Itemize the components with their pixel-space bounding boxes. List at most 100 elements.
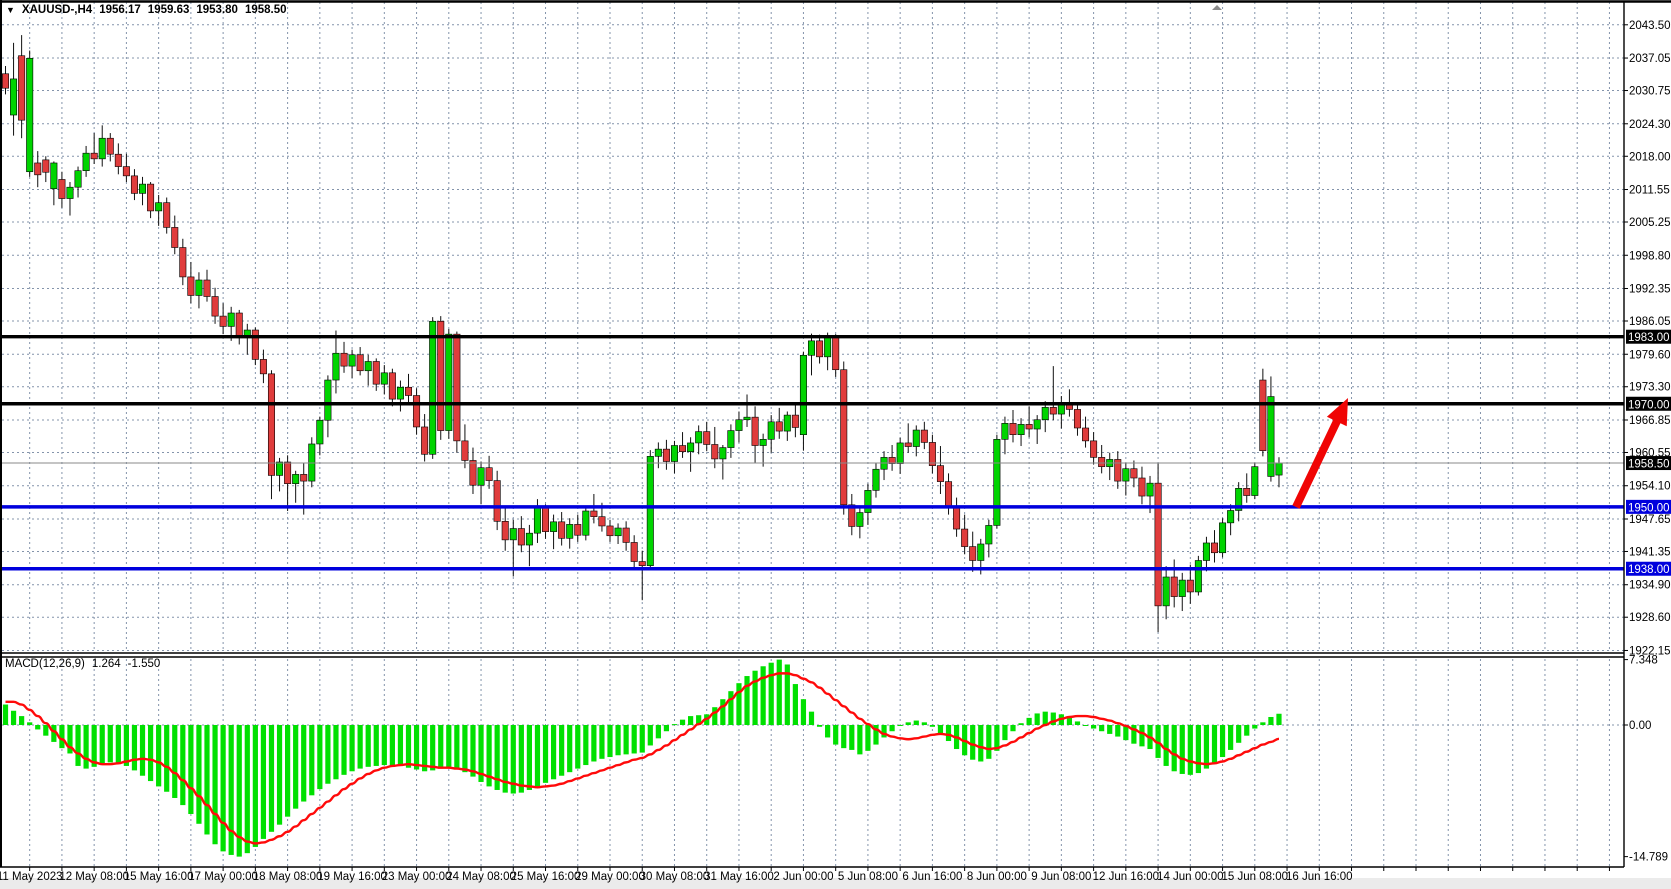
bear-candle bbox=[792, 415, 798, 427]
macd-histogram-bar bbox=[607, 725, 612, 757]
bear-candle bbox=[494, 481, 500, 522]
macd-histogram-bar bbox=[422, 725, 427, 771]
price-tick-label: 2024.30 bbox=[1629, 119, 1671, 131]
macd-histogram-bar bbox=[1220, 725, 1225, 757]
macd-histogram-bar bbox=[164, 725, 169, 792]
bear-candle bbox=[599, 517, 605, 526]
macd-histogram-bar bbox=[720, 699, 725, 725]
bull-candle bbox=[317, 420, 323, 444]
bull-candle bbox=[1219, 523, 1225, 553]
bear-candle bbox=[405, 387, 411, 395]
macd-histogram-bar bbox=[1010, 725, 1015, 731]
bull-candle bbox=[1018, 424, 1024, 434]
macd-histogram-bar bbox=[100, 725, 105, 764]
bull-candle bbox=[978, 544, 984, 560]
bull-candle bbox=[397, 387, 403, 399]
bear-candle bbox=[172, 227, 178, 247]
macd-histogram-bar bbox=[462, 725, 467, 772]
bull-candle bbox=[808, 341, 814, 355]
price-badge-label: 1938.00 bbox=[1628, 564, 1670, 576]
macd-histogram-bar bbox=[1260, 722, 1265, 725]
bull-candle bbox=[800, 355, 806, 434]
macd-histogram-bar bbox=[3, 705, 8, 725]
macd-main-value: 1.264 bbox=[92, 658, 121, 670]
price-tick-label: 2030.75 bbox=[1629, 86, 1671, 98]
date-label: 25 May 16:00 bbox=[511, 871, 581, 883]
bull-candle bbox=[824, 337, 830, 357]
macd-name: MACD(12,26,9) bbox=[5, 658, 85, 670]
macd-histogram-bar bbox=[11, 711, 16, 725]
macd-histogram-bar bbox=[285, 725, 290, 817]
bear-candle bbox=[542, 508, 548, 532]
macd-histogram-bar bbox=[358, 725, 363, 769]
bear-candle bbox=[970, 547, 976, 561]
bull-candle bbox=[1042, 407, 1048, 419]
bull-candle bbox=[728, 431, 734, 448]
collapse-triangle-icon[interactable]: ▼ bbox=[6, 5, 15, 15]
macd-histogram-bar bbox=[688, 716, 693, 725]
macd-histogram-bar bbox=[736, 683, 741, 725]
macd-histogram-bar bbox=[172, 725, 177, 798]
macd-tick-label: 7.348 bbox=[1629, 655, 1658, 667]
bear-candle bbox=[260, 359, 266, 373]
price-badge-label: 1970.00 bbox=[1628, 399, 1670, 411]
macd-histogram-bar bbox=[140, 725, 145, 776]
macd-histogram-bar bbox=[841, 725, 846, 748]
bull-candle bbox=[873, 469, 879, 490]
bear-candle bbox=[921, 430, 927, 442]
price-tick-label: 1986.05 bbox=[1629, 316, 1671, 328]
macd-histogram-bar bbox=[712, 707, 717, 725]
bull-candle bbox=[534, 508, 540, 533]
bear-candle bbox=[115, 154, 121, 166]
bull-candle bbox=[913, 430, 919, 446]
bear-candle bbox=[18, 56, 24, 120]
bull-candle bbox=[292, 474, 298, 483]
bear-candle bbox=[341, 353, 347, 366]
bear-candle bbox=[1010, 423, 1016, 434]
macd-histogram-bar bbox=[1018, 723, 1023, 725]
macd-tick-label: 0.00 bbox=[1629, 720, 1651, 732]
chart-canvas[interactable]: 2043.502037.052030.752024.302018.002011.… bbox=[0, 0, 1671, 889]
macd-histogram-bar bbox=[761, 666, 766, 725]
bear-candle bbox=[43, 160, 49, 172]
bear-candle bbox=[639, 562, 645, 566]
macd-histogram-bar bbox=[583, 725, 588, 765]
bear-candle bbox=[204, 280, 210, 296]
bull-candle bbox=[26, 58, 32, 171]
date-label: 16 Jun 16:00 bbox=[1286, 871, 1353, 883]
low-value: 1953.80 bbox=[196, 4, 238, 16]
bull-candle bbox=[1268, 397, 1274, 477]
macd-histogram-bar bbox=[1172, 725, 1177, 771]
macd-histogram-bar bbox=[261, 725, 266, 839]
bear-candle bbox=[752, 417, 758, 445]
macd-histogram-bar bbox=[833, 725, 838, 745]
bear-candle bbox=[389, 373, 395, 399]
macd-histogram-bar bbox=[922, 722, 927, 725]
bear-candle bbox=[486, 468, 492, 481]
macd-histogram-bar bbox=[632, 725, 637, 753]
date-label: 14 Jun 00:00 bbox=[1157, 871, 1224, 883]
bear-candle bbox=[268, 374, 274, 476]
bull-candle bbox=[687, 443, 693, 452]
macd-histogram-bar bbox=[1051, 713, 1056, 725]
macd-histogram-bar bbox=[1139, 725, 1144, 746]
macd-histogram-bar bbox=[535, 725, 540, 786]
macd-histogram-bar bbox=[1188, 725, 1193, 775]
price-tick-label: 2043.50 bbox=[1629, 20, 1671, 32]
bear-candle bbox=[832, 337, 838, 369]
bear-candle bbox=[1211, 543, 1217, 553]
macd-histogram-bar bbox=[349, 725, 354, 771]
macd-histogram-bar bbox=[19, 716, 24, 725]
macd-histogram-bar bbox=[1067, 718, 1072, 725]
bull-candle bbox=[1195, 560, 1201, 591]
macd-histogram-bar bbox=[309, 725, 314, 795]
macd-histogram-bar bbox=[438, 725, 443, 769]
macd-histogram-bar bbox=[898, 725, 903, 726]
bear-candle bbox=[180, 248, 186, 277]
macd-histogram-bar bbox=[293, 725, 298, 809]
bull-candle bbox=[349, 355, 355, 366]
macd-histogram-bar bbox=[390, 725, 395, 765]
bear-candle bbox=[1050, 407, 1056, 414]
chart-title: ▼XAUUSD-,H41956.171959.631953.801958.50 bbox=[6, 4, 287, 16]
macd-histogram-bar bbox=[728, 691, 733, 725]
